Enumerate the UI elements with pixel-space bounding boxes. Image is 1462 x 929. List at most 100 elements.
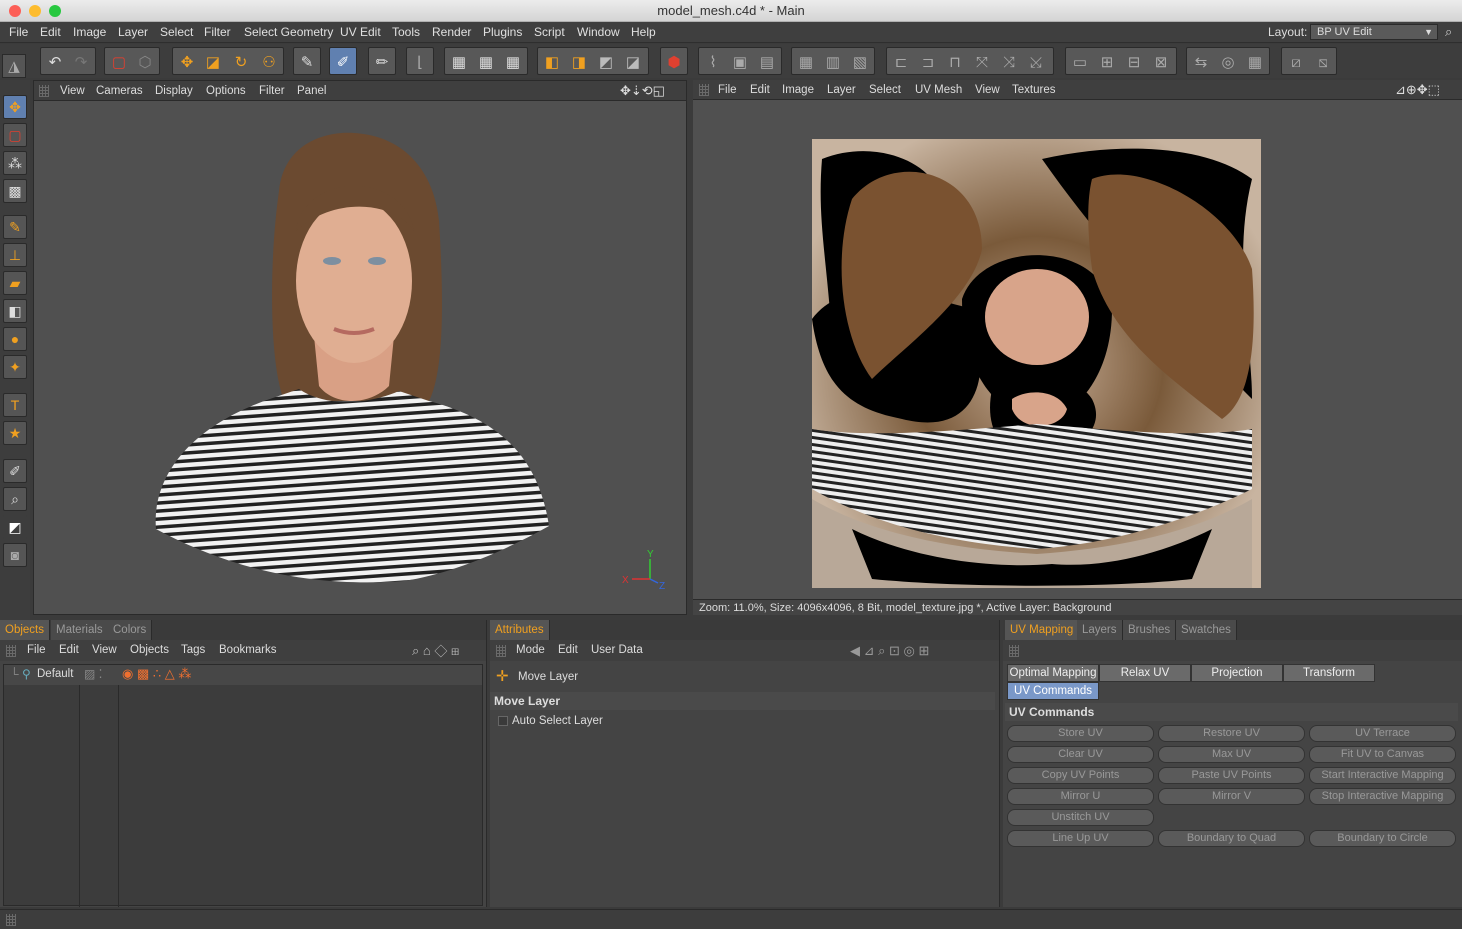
uv-terrace-button[interactable]: UV Terrace (1309, 725, 1456, 742)
brush-icon[interactable]: ✎ (295, 50, 319, 74)
uv-menu-select[interactable]: Select (869, 80, 901, 100)
uv-viewport[interactable]: File Edit Image Layer Select UV Mesh Vie… (693, 80, 1462, 615)
subtab-transform[interactable]: Transform (1283, 664, 1375, 682)
distribute-4-icon[interactable]: ⊠ (1149, 50, 1173, 74)
tab-objects[interactable]: Objects (0, 620, 50, 640)
grip-icon[interactable] (496, 645, 506, 657)
menu-script[interactable]: Script (534, 22, 565, 43)
menu-select-geometry[interactable]: Select Geometry (244, 22, 333, 43)
uv-tool-1-icon[interactable]: ⌇ (701, 50, 725, 74)
restore-uv-button[interactable]: Restore UV (1158, 725, 1305, 742)
vp-menu-display[interactable]: Display (155, 81, 193, 101)
grip-icon[interactable] (39, 85, 49, 97)
close-window-button[interactable] (9, 5, 21, 17)
selection-icon[interactable]: ▢ (107, 50, 131, 74)
mirror-u-button[interactable]: Mirror U (1007, 788, 1154, 805)
mode-icon[interactable]: ◮ (2, 54, 26, 78)
eyedropper-icon[interactable]: ✐ (3, 459, 27, 483)
layout-dropdown[interactable]: BP UV Edit ▼ (1310, 24, 1438, 40)
copy-uv-points-button[interactable]: Copy UV Points (1007, 767, 1154, 784)
uv-grid-2-icon[interactable]: ▥ (821, 50, 845, 74)
undo-icon[interactable]: ↶ (43, 50, 67, 74)
redo-icon[interactable]: ↷ (69, 50, 93, 74)
grip-icon[interactable] (6, 914, 16, 926)
max-uv-button[interactable]: Max UV (1158, 746, 1305, 763)
tab-layers[interactable]: Layers (1077, 620, 1123, 640)
subtab-projection[interactable]: Projection (1191, 664, 1283, 682)
obj-menu-file[interactable]: File (27, 640, 46, 661)
align-1-icon[interactable]: ⊏ (889, 50, 913, 74)
objects-tools-icon[interactable]: ⌕ ⌂ ◇ ⊞ (412, 640, 459, 661)
eraser-icon[interactable]: ▰ (3, 271, 27, 295)
menu-render[interactable]: Render (432, 22, 471, 43)
vp-menu-cameras[interactable]: Cameras (96, 81, 143, 101)
checker-3-icon[interactable]: ▦ (501, 50, 525, 74)
menu-filter[interactable]: Filter (204, 22, 231, 43)
snap-1-icon[interactable]: ⇆ (1189, 50, 1213, 74)
subtab-uv-commands[interactable]: UV Commands (1007, 682, 1099, 700)
menu-uv-edit[interactable]: UV Edit (340, 22, 381, 43)
tab-attributes[interactable]: Attributes (490, 620, 550, 640)
uv-tool-2-icon[interactable]: ▣ (728, 50, 752, 74)
smudge-icon[interactable]: ✦ (3, 355, 27, 379)
menu-window[interactable]: Window (577, 22, 620, 43)
brush-tool-icon[interactable]: ✎ (3, 215, 27, 239)
shape-icon[interactable]: ★ (3, 421, 27, 445)
rect-select-icon[interactable]: ▢ (3, 123, 27, 147)
minimize-window-button[interactable] (29, 5, 41, 17)
rotate-icon[interactable]: ↻ (229, 50, 253, 74)
attr-menu-mode[interactable]: Mode (516, 640, 545, 661)
cube-4-icon[interactable]: ◪ (621, 50, 645, 74)
uv-menu-textures[interactable]: Textures (1012, 80, 1055, 100)
render-icon[interactable]: ⬢ (662, 50, 686, 74)
viewport-3d[interactable]: View Cameras Display Options Filter Pane… (33, 80, 687, 615)
paint-3d-icon[interactable]: ✐ (331, 50, 355, 74)
align-3-icon[interactable]: ⊓ (943, 50, 967, 74)
grip-icon[interactable] (699, 84, 709, 96)
align-4-icon[interactable]: ⤧ (970, 50, 994, 74)
zoom-tool-icon[interactable]: ⌕ (3, 487, 27, 511)
obj-menu-bookmarks[interactable]: Bookmarks (219, 640, 277, 661)
line-up-uv-button[interactable]: Line Up UV (1007, 830, 1154, 847)
menu-file[interactable]: File (9, 22, 28, 43)
boundary-to-quad-button[interactable]: Boundary to Quad (1158, 830, 1305, 847)
menu-plugins[interactable]: Plugins (483, 22, 522, 43)
obj-menu-edit[interactable]: Edit (59, 640, 79, 661)
magic-wand-icon[interactable]: ⁂ (3, 151, 27, 175)
checker-1-icon[interactable]: ▦ (447, 50, 471, 74)
stop-interactive-mapping-button[interactable]: Stop Interactive Mapping (1309, 788, 1456, 805)
uv-export-2-icon[interactable]: ⧅ (1311, 50, 1335, 74)
search-icon[interactable]: ⌕ (1445, 24, 1452, 40)
distribute-1-icon[interactable]: ▭ (1068, 50, 1092, 74)
tab-swatches[interactable]: Swatches (1176, 620, 1237, 640)
menu-layer[interactable]: Layer (118, 22, 148, 43)
tab-uv-mapping[interactable]: UV Mapping (1005, 620, 1080, 640)
color-swatch-icon[interactable]: ◩ (3, 515, 27, 539)
cube-1-icon[interactable]: ◧ (540, 50, 564, 74)
subtab-optimal-mapping[interactable]: Optimal Mapping (1007, 664, 1099, 682)
distribute-2-icon[interactable]: ⊞ (1095, 50, 1119, 74)
viewport-nav-icon[interactable]: ✥⇣⟲◱ (620, 81, 665, 101)
paint-setup-icon[interactable]: ✏ (370, 50, 394, 74)
start-interactive-mapping-button[interactable]: Start Interactive Mapping (1309, 767, 1456, 784)
transform-icon[interactable]: ⚇ (257, 50, 281, 74)
menu-image[interactable]: Image (73, 22, 106, 43)
uv-menu-image[interactable]: Image (782, 80, 814, 100)
align-6-icon[interactable]: ⤩ (1024, 50, 1048, 74)
align-5-icon[interactable]: ⤨ (997, 50, 1021, 74)
cube-3-icon[interactable]: ◩ (594, 50, 618, 74)
uv-grid-1-icon[interactable]: ▦ (794, 50, 818, 74)
vp-menu-filter[interactable]: Filter (259, 81, 285, 101)
uv-menu-uv-mesh[interactable]: UV Mesh (915, 80, 962, 100)
distribute-3-icon[interactable]: ⊟ (1122, 50, 1146, 74)
scale-icon[interactable]: ◪ (201, 50, 225, 74)
attr-menu-edit[interactable]: Edit (558, 640, 578, 661)
uv-tool-3-icon[interactable]: ▤ (755, 50, 779, 74)
mirror-v-button[interactable]: Mirror V (1158, 788, 1305, 805)
fill-icon[interactable]: ● (3, 327, 27, 351)
grip-icon[interactable] (1009, 645, 1019, 657)
table-row[interactable]: └ ⚲ Default ▨ ⁚ ◉ ▩ ∴ △ ⁂ (4, 665, 482, 685)
snap-2-icon[interactable]: ◎ (1216, 50, 1240, 74)
menu-help[interactable]: Help (631, 22, 656, 43)
grip-icon[interactable] (6, 645, 16, 657)
